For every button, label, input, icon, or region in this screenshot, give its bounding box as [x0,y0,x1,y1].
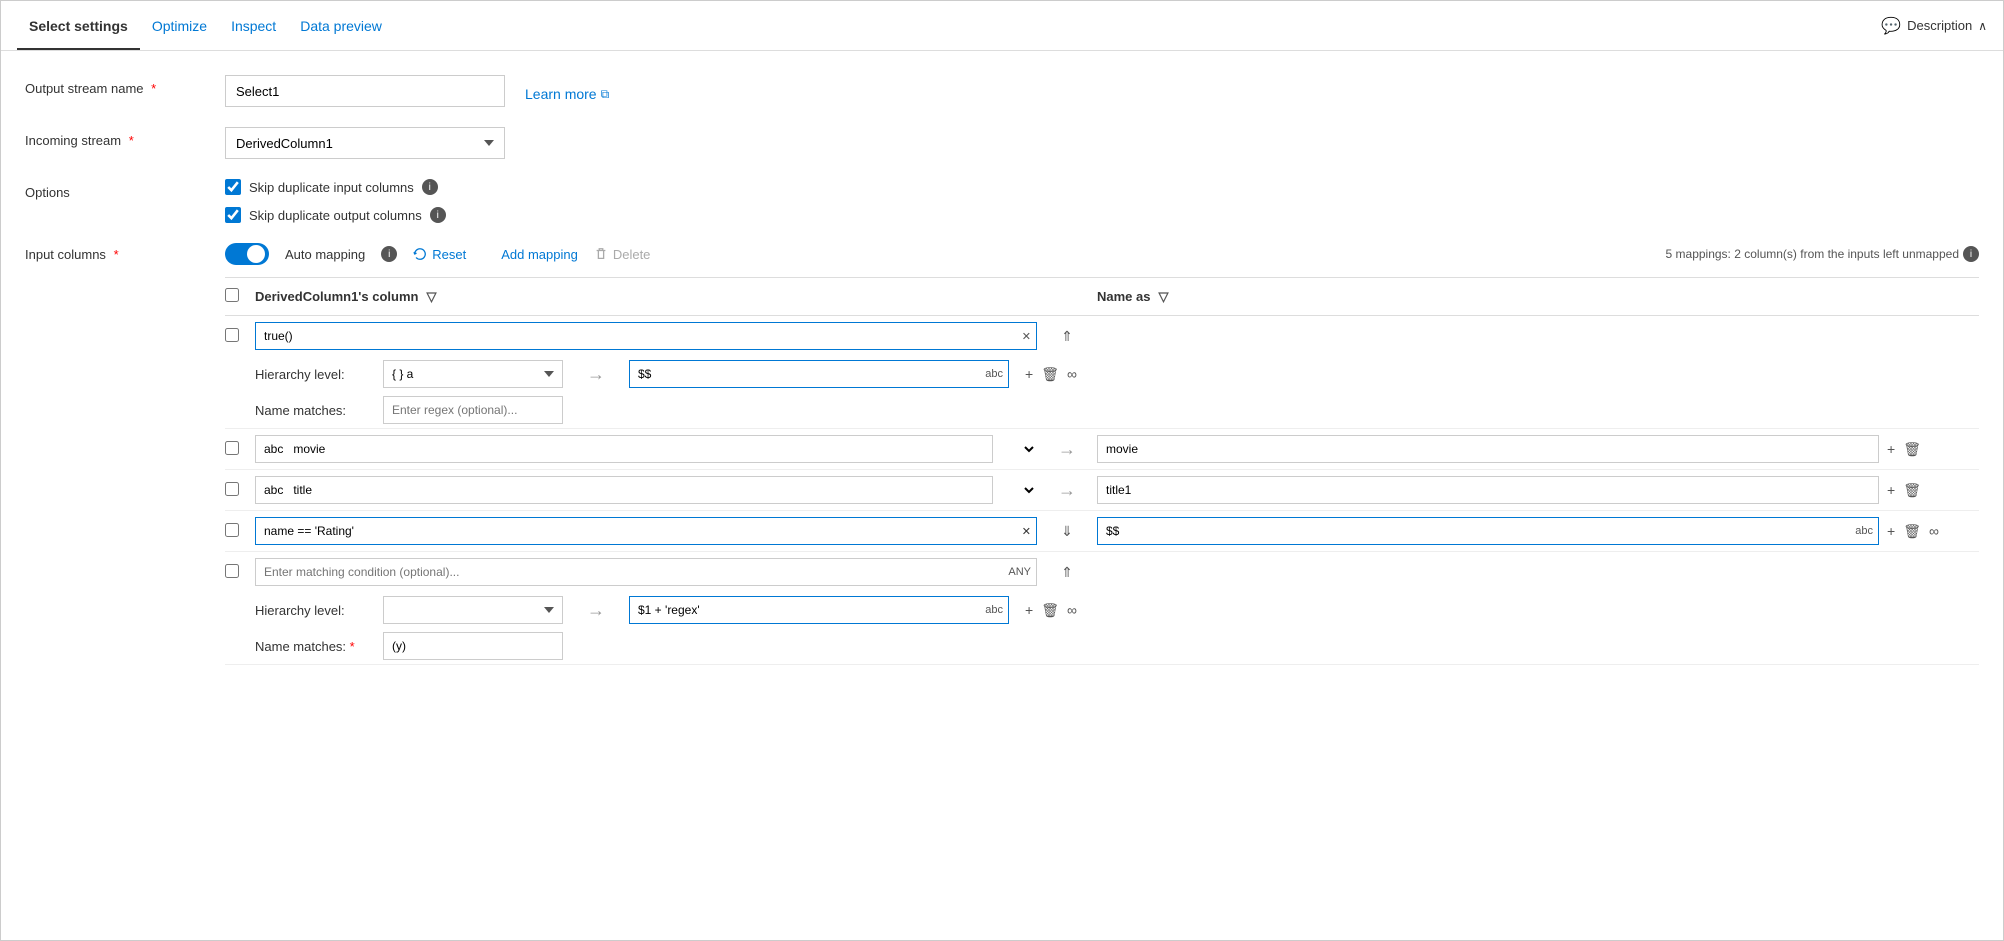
collapse-icon: ∧ [1978,19,1987,33]
row5-add-icon[interactable]: + [1025,602,1033,618]
row3-delete-icon[interactable]: 🗑 [1903,482,1921,499]
row4-target-input[interactable] [1097,517,1879,545]
row1-sub-rows: Hierarchy level: { } a → abc [225,356,1979,428]
incoming-stream-row: Incoming stream * DerivedColumn1 [25,127,1979,159]
tab-select-settings[interactable]: Select settings [17,1,140,50]
row1-checkbox[interactable] [225,328,239,342]
row5-expand-icon[interactable]: ⇑ [1057,564,1077,581]
options-row: Options Skip duplicate input columns i S… [25,179,1979,223]
row5-sub-rows: Hierarchy level: → abc [225,592,1979,664]
output-stream-label: Output stream name * [25,75,225,96]
skip-input-info-icon[interactable]: i [422,179,438,195]
reset-button[interactable]: Reset [413,247,466,262]
row2-delete-icon[interactable]: 🗑 [1903,441,1921,458]
content-area: Output stream name * Learn more ⧉ Incomi… [1,51,2003,940]
table-header: DerivedColumn1's column ▽ Name as ▽ [225,278,1979,316]
external-link-icon: ⧉ [601,87,610,102]
input-columns-toolbar: Auto mapping i Reset Add mapping Delete [225,243,1979,265]
row4-expand-icon[interactable]: ⇓ [1057,523,1077,540]
auto-mapping-toggle[interactable] [225,243,269,265]
output-stream-row: Output stream name * Learn more ⧉ [25,75,1979,107]
row1-arrow-icon: → [587,364,605,385]
learn-more-link[interactable]: Learn more ⧉ [525,86,609,102]
row4-condition-input[interactable] [255,517,1037,545]
row2-target-input[interactable] [1097,435,1879,463]
add-mapping-button[interactable]: Add mapping [482,247,578,262]
row5-checkbox[interactable] [225,564,239,578]
options-label: Options [25,179,225,200]
row4-clear-icon[interactable]: ✕ [1022,525,1031,538]
row1-hierarchy-select[interactable]: { } a [383,360,563,388]
row1-name-matches-input[interactable] [383,396,563,424]
row1-condition-input[interactable] [255,322,1037,350]
row1-add-icon[interactable]: + [1025,366,1033,382]
row4-link-icon[interactable]: ∞ [1929,523,1939,539]
row2-add-icon[interactable]: + [1887,441,1895,457]
output-stream-input[interactable] [225,75,505,107]
mapping-row-4: ✕ ⇓ abc [225,511,1979,552]
input-columns-label: Input columns * [25,243,225,262]
row5-target-input[interactable] [629,596,1009,624]
row3-add-icon[interactable]: + [1887,482,1895,498]
auto-mapping-info-icon[interactable]: i [381,246,397,262]
mapping-row-5: ANY ⇑ H [225,552,1979,665]
tab-inspect[interactable]: Inspect [219,1,288,50]
row1-link-icon[interactable]: ∞ [1067,366,1077,382]
mapping-info: 5 mappings: 2 column(s) from the inputs … [1666,246,1979,262]
select-all-checkbox[interactable] [225,288,239,302]
tabs-bar: Select settings Optimize Inspect Data pr… [1,1,2003,51]
row3-checkbox[interactable] [225,482,239,496]
row1-target-input[interactable] [629,360,1009,388]
tab-optimize[interactable]: Optimize [140,1,219,50]
row3-dropdown[interactable]: ▾ [1001,476,1037,504]
row2-checkbox[interactable] [225,441,239,455]
mapping-row-3: ▾ → + [225,470,1979,511]
row4-add-icon[interactable]: + [1887,523,1895,539]
mapping-row-1: ✕ ⇑ Hie [225,316,1979,429]
row5-link-icon[interactable]: ∞ [1067,602,1077,618]
skip-duplicate-input-checkbox[interactable] [225,179,241,195]
tab-data-preview[interactable]: Data preview [288,1,394,50]
row5-any-badge: ANY [1008,566,1031,578]
description-button[interactable]: 💬 Description ∧ [1881,16,1987,36]
row5-arrow-icon: → [587,600,605,621]
target-filter-icon[interactable]: ▽ [1158,289,1168,305]
row1-delete-icon[interactable]: 🗑 [1041,366,1059,383]
row5-delete-icon[interactable]: 🗑 [1041,602,1059,619]
row5-hierarchy-select[interactable] [383,596,563,624]
row2-condition-input[interactable] [255,435,993,463]
mapping-row-2: ▾ → + [225,429,1979,470]
row4-checkbox[interactable] [225,523,239,537]
row2-dropdown[interactable]: ▾ [1001,435,1037,463]
comment-icon: 💬 [1881,16,1901,36]
source-filter-icon[interactable]: ▽ [426,289,436,305]
skip-duplicate-input-row: Skip duplicate input columns i [225,179,1979,195]
row4-delete-icon[interactable]: 🗑 [1903,523,1921,540]
skip-duplicate-output-checkbox[interactable] [225,207,241,223]
skip-output-info-icon[interactable]: i [430,207,446,223]
row5-condition-input[interactable] [255,558,1037,586]
mapping-info-icon[interactable]: i [1963,246,1979,262]
row5-name-matches-input[interactable] [383,632,563,660]
skip-duplicate-output-row: Skip duplicate output columns i [225,207,1979,223]
row3-arrow: → [1058,480,1076,501]
delete-button[interactable]: Delete [594,247,651,262]
incoming-stream-select[interactable]: DerivedColumn1 [225,127,505,159]
mapping-table: DerivedColumn1's column ▽ Name as ▽ [225,277,1979,665]
incoming-stream-label: Incoming stream * [25,127,225,148]
row3-condition-input[interactable] [255,476,993,504]
row1-expand-icon[interactable]: ⇑ [1057,328,1077,345]
row3-target-input[interactable] [1097,476,1879,504]
input-columns-row: Input columns * Auto mapping i Reset [25,243,1979,665]
row2-arrow: → [1058,439,1076,460]
